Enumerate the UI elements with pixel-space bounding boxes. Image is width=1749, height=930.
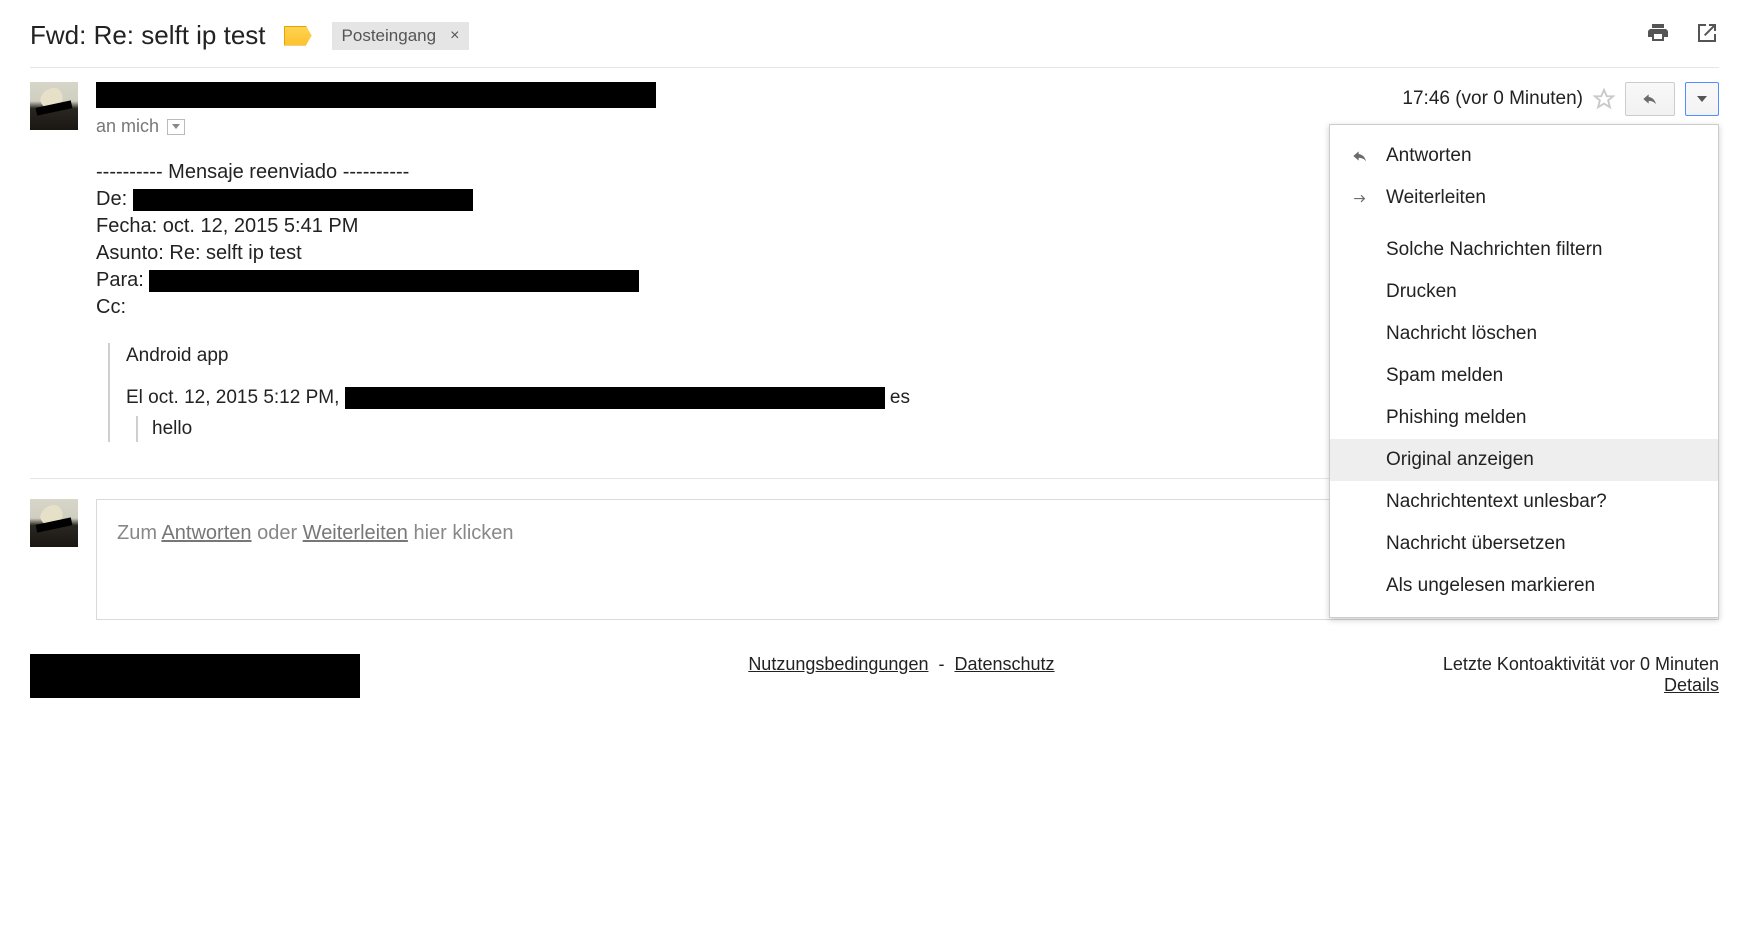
menu-spam[interactable]: Spam melden (1330, 355, 1718, 397)
menu-mark-unread[interactable]: Als ungelesen markieren (1330, 565, 1718, 607)
menu-delete-label: Nachricht löschen (1386, 323, 1537, 345)
terms-link[interactable]: Nutzungsbedingungen (748, 654, 928, 675)
footer-activity: Letzte Kontoaktivität vor 0 Minuten Deta… (1443, 654, 1719, 696)
nested-quote-text: hello (152, 418, 192, 439)
activity-text: Letzte Kontoaktivität vor 0 Minuten (1443, 654, 1719, 675)
footer-redacted (30, 654, 360, 698)
menu-delete[interactable]: Nachricht löschen (1330, 313, 1718, 355)
inbox-label-chip[interactable]: Posteingang × (332, 22, 470, 50)
forward-arrow-icon (1348, 191, 1372, 205)
menu-mark-unread-label: Als ungelesen markieren (1386, 575, 1595, 597)
menu-spam-label: Spam melden (1386, 365, 1503, 387)
recipient-text: an mich (96, 116, 159, 137)
footer: Nutzungsbedingungen - Datenschutz Letzte… (30, 654, 1719, 698)
menu-phishing-label: Phishing melden (1386, 407, 1526, 429)
menu-translate-label: Nachricht übersetzen (1386, 533, 1566, 555)
reply-button[interactable] (1625, 82, 1675, 116)
menu-forward[interactable]: Weiterleiten (1330, 177, 1718, 219)
inbox-label-text: Posteingang (342, 26, 437, 46)
message-meta: 17:46 (vor 0 Minuten) Antworten Weiterle… (1402, 82, 1719, 116)
subject-header: Fwd: Re: selft ip test Posteingang × (30, 20, 1719, 68)
open-new-window-icon[interactable] (1695, 21, 1719, 50)
forward-from-label: De: (96, 188, 127, 210)
menu-garbled[interactable]: Nachrichtentext unlesbar? (1330, 481, 1718, 523)
sender-name-redacted (96, 82, 656, 108)
forward-to-redacted (149, 270, 639, 292)
menu-forward-label: Weiterleiten (1386, 187, 1486, 209)
menu-print[interactable]: Drucken (1330, 271, 1718, 313)
chevron-down-icon (1697, 96, 1707, 102)
more-actions-menu: Antworten Weiterleiten Solche Nachrichte… (1329, 124, 1719, 618)
star-icon[interactable] (1593, 88, 1615, 110)
menu-reply[interactable]: Antworten (1330, 135, 1718, 177)
remove-label-icon[interactable]: × (450, 27, 459, 45)
footer-links: Nutzungsbedingungen - Datenschutz (380, 654, 1423, 675)
menu-translate[interactable]: Nachricht übersetzen (1330, 523, 1718, 565)
privacy-link[interactable]: Datenschutz (954, 654, 1054, 675)
activity-details-link[interactable]: Details (1664, 675, 1719, 695)
menu-phishing[interactable]: Phishing melden (1330, 397, 1718, 439)
menu-garbled-label: Nachrichtentext unlesbar? (1386, 491, 1607, 513)
chevron-down-icon (172, 124, 180, 129)
menu-print-label: Drucken (1386, 281, 1457, 303)
inline-forward-link[interactable]: Weiterleiten (303, 522, 408, 544)
menu-show-original[interactable]: Original anzeigen (1330, 439, 1718, 481)
message-container: 17:46 (vor 0 Minuten) Antworten Weiterle… (30, 68, 1719, 442)
print-icon[interactable] (1645, 21, 1671, 50)
quoted-author-redacted (345, 387, 885, 409)
menu-filter[interactable]: Solche Nachrichten filtern (1330, 229, 1718, 271)
forward-to-label: Para: (96, 269, 144, 291)
important-tag-icon[interactable] (284, 26, 312, 46)
forward-from-redacted (133, 189, 473, 211)
email-subject: Fwd: Re: selft ip test (30, 20, 266, 51)
self-avatar[interactable] (30, 499, 78, 547)
sender-avatar[interactable] (30, 82, 78, 130)
inline-reply-link[interactable]: Antworten (161, 522, 251, 544)
message-timestamp: 17:46 (vor 0 Minuten) (1402, 88, 1583, 110)
menu-show-original-label: Original anzeigen (1386, 449, 1534, 471)
menu-reply-label: Antworten (1386, 145, 1472, 167)
more-actions-button[interactable] (1685, 82, 1719, 116)
menu-filter-label: Solche Nachrichten filtern (1386, 239, 1603, 261)
show-details-toggle[interactable] (167, 119, 185, 135)
reply-arrow-icon (1348, 148, 1372, 164)
